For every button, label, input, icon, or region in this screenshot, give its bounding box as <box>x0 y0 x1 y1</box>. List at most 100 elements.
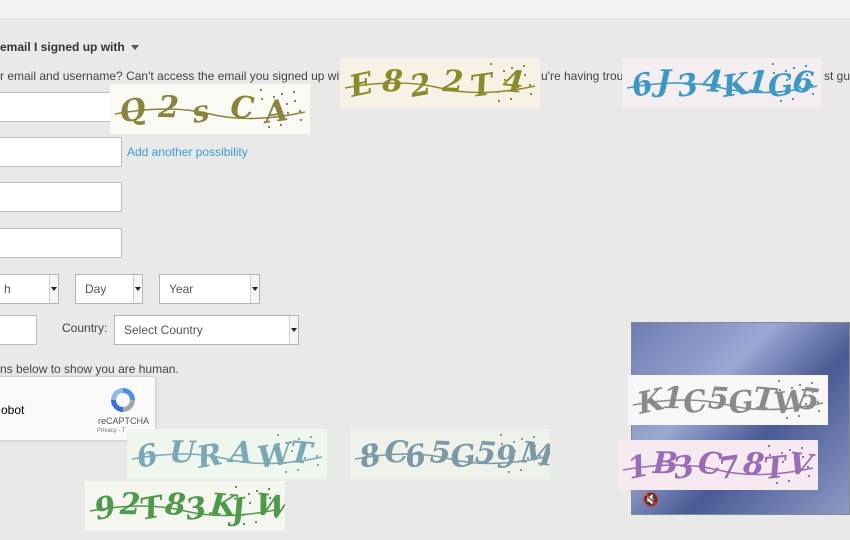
name-input[interactable] <box>0 228 122 258</box>
captcha-char: G <box>448 438 478 476</box>
year-select[interactable]: Year <box>159 274 260 304</box>
captcha-noise-dot <box>243 523 245 525</box>
captcha-noise-dot <box>520 469 522 471</box>
captcha-image-2: E822T4 <box>340 58 540 108</box>
captcha-noise-dot <box>310 436 312 438</box>
captcha-noise-dot <box>248 493 250 495</box>
captcha-noise-dot <box>290 441 292 443</box>
captcha-char: G <box>726 384 756 422</box>
captcha-noise-dot <box>523 65 525 67</box>
captcha-noise-dot <box>291 450 293 452</box>
add-another-possibility-link[interactable]: Add another possibility <box>127 145 248 159</box>
captcha-char: G <box>766 67 795 104</box>
captcha-noise-dot <box>242 514 244 516</box>
captcha-noise-dot <box>262 509 264 511</box>
captcha-noise-dot <box>782 461 784 463</box>
captcha-noise-dot <box>799 86 801 88</box>
captcha-noise-dot <box>281 93 283 95</box>
captcha-noise-dot <box>807 466 809 468</box>
top-bar <box>0 0 850 19</box>
recaptcha-brand: reCAPTCHA <box>98 416 150 426</box>
captcha-noise-dot <box>521 438 523 440</box>
recaptcha-logo-icon <box>111 388 135 412</box>
captcha-char: C <box>230 90 256 126</box>
captcha-noise-dot <box>287 112 289 114</box>
captcha-noise-dot <box>500 434 502 436</box>
captcha-noise-dot <box>503 70 505 72</box>
recaptcha-checkbox-label: obot <box>1 403 25 417</box>
day-select[interactable]: Day <box>75 274 143 304</box>
captcha-noise-dot <box>293 91 295 93</box>
username-input[interactable] <box>0 182 122 212</box>
captcha-noise-dot <box>779 91 781 93</box>
captcha-noise-dot <box>794 459 796 461</box>
captcha-noise-dot <box>527 457 529 459</box>
captcha-char: 2 <box>441 64 465 100</box>
dropdown-arrow-icon <box>250 275 259 303</box>
captcha-noise-dot <box>294 100 296 102</box>
captcha-noise-dot <box>278 443 280 445</box>
captcha-char: R <box>193 437 225 476</box>
captcha-noise-dot <box>517 86 519 88</box>
captcha-noise-dot <box>785 408 787 410</box>
captcha-noise-dot <box>260 89 262 91</box>
captcha-noise-dot <box>508 471 510 473</box>
speaker-muted-icon[interactable]: 🔇 <box>642 491 659 508</box>
captcha-char: T <box>137 489 168 528</box>
captcha-image-6: 6URAWT <box>127 429 327 479</box>
signup-email-toggle[interactable]: email I signed up with <box>0 40 139 54</box>
captcha-noise-dot <box>286 103 288 105</box>
captcha-noise-dot <box>805 403 807 405</box>
captcha-noise-dot <box>779 389 781 391</box>
email-input-2[interactable] <box>0 137 122 167</box>
captcha-noise-dot <box>504 79 506 81</box>
captcha-noise-dot <box>300 119 302 121</box>
captcha-noise-dot <box>812 391 814 393</box>
captcha-noise-dot <box>261 500 263 502</box>
captcha-noise-dot <box>299 110 301 112</box>
captcha-noise-dot <box>781 452 783 454</box>
captcha-noise-dot <box>773 72 775 74</box>
month-select[interactable]: h <box>0 274 59 304</box>
country-select-value: Select Country <box>124 323 203 337</box>
captcha-char: 8 <box>381 64 404 99</box>
captcha-noise-dot <box>285 471 287 473</box>
recaptcha-privacy-link[interactable]: Privacy - T <box>97 428 126 434</box>
captcha-noise-dot <box>298 438 300 440</box>
captcha-noise-dot <box>304 457 306 459</box>
captcha-noise-dot <box>793 67 795 69</box>
captcha-noise-dot <box>802 456 804 458</box>
year-select-value: Year <box>169 282 194 296</box>
captcha-char: W <box>254 487 285 526</box>
captcha-noise-dot <box>511 67 513 69</box>
captcha-image-7: 8C65G59M <box>350 429 550 479</box>
captcha-char: 2 <box>157 90 179 125</box>
country-select[interactable]: Select Country <box>114 315 299 345</box>
captcha-noise-dot <box>780 100 782 102</box>
captcha-noise-dot <box>277 434 279 436</box>
captcha-noise-dot <box>768 445 770 447</box>
captcha-noise-dot <box>791 387 793 389</box>
captcha-noise-dot <box>539 455 541 457</box>
captcha-noise-dot <box>249 502 251 504</box>
captcha-noise-dot <box>261 98 263 100</box>
month-select-value: h <box>4 282 11 296</box>
captcha-image-8: 92T83KJW <box>85 481 285 531</box>
captcha-noise-dot <box>530 93 532 95</box>
captcha-char: T <box>288 435 316 472</box>
captcha-noise-dot <box>792 396 794 398</box>
captcha-noise-dot <box>788 480 790 482</box>
postal-code-input[interactable] <box>0 315 37 345</box>
captcha-noise-dot <box>510 98 512 100</box>
captcha-noise-dot <box>789 449 791 451</box>
captcha-char: 7 <box>716 449 742 487</box>
captcha-noise-dot <box>801 447 803 449</box>
captcha-noise-dot <box>785 70 787 72</box>
captcha-noise-dot <box>769 454 771 456</box>
captcha-noise-dot <box>256 490 258 492</box>
captcha-noise-dot <box>490 63 492 65</box>
captcha-char: 1 <box>662 381 683 416</box>
captcha-noise-dot <box>775 473 777 475</box>
captcha-noise-dot <box>808 475 810 477</box>
email-input[interactable] <box>0 92 122 122</box>
